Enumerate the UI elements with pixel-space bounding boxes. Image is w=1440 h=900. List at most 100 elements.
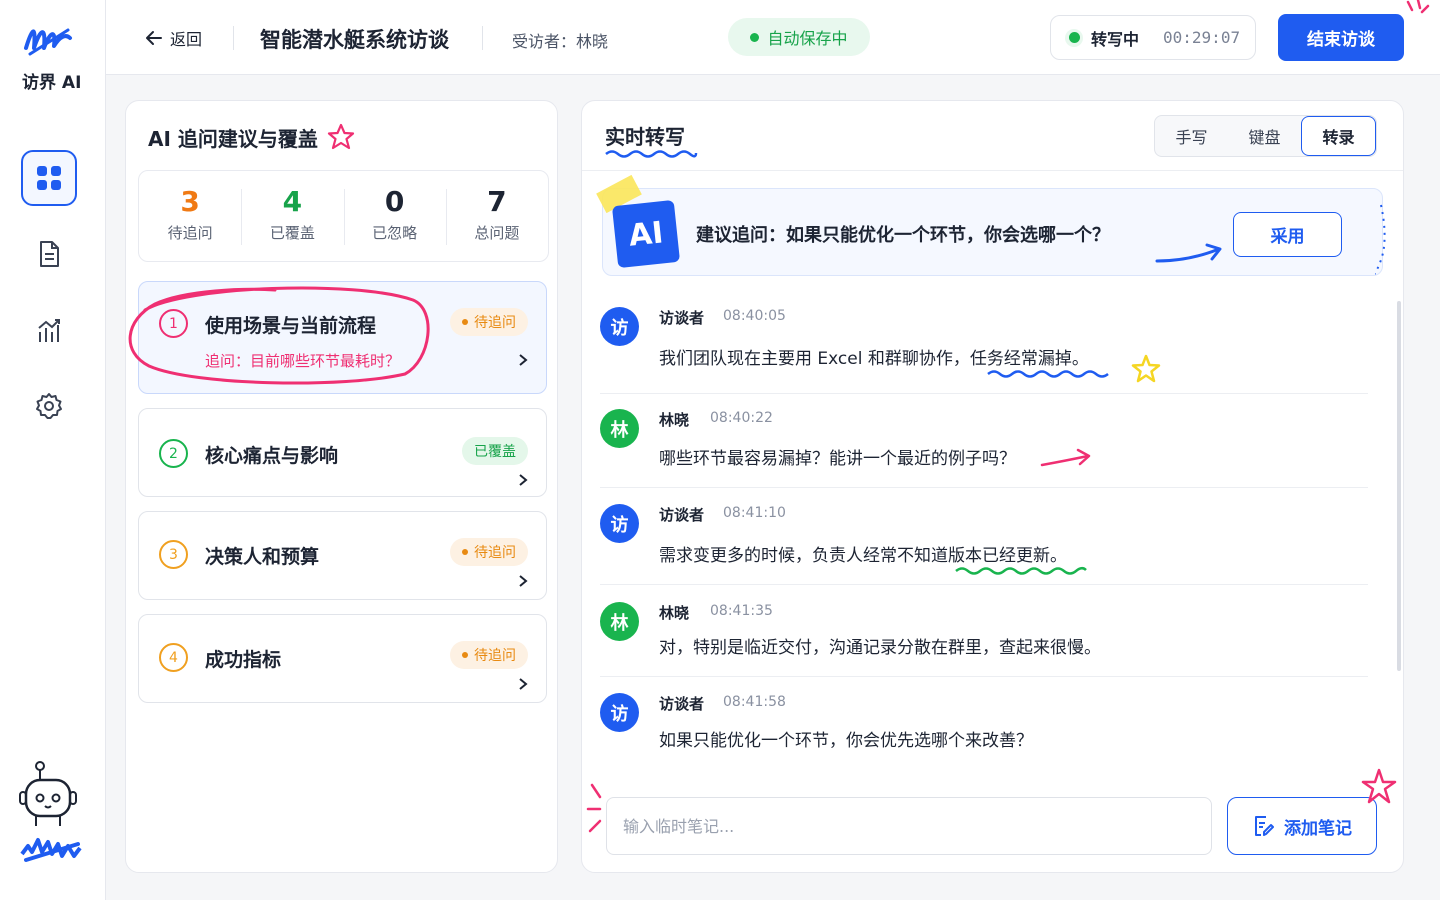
status-badge: 待追问: [450, 641, 528, 669]
message-item: 访 访谈者 08:41:10 需求变更多的时候，负责人经常不知道版本已经更新。: [600, 504, 1370, 575]
topic-card-4[interactable]: 4 成功指标 待追问: [138, 614, 547, 703]
topic-number: 2: [159, 439, 188, 468]
nav-settings[interactable]: [21, 378, 77, 434]
suggestion-text: 建议追问：如果只能优化一个环节，你会选哪一个？: [696, 225, 1110, 246]
topic-card-2[interactable]: 2 核心痛点与影响 已覆盖: [138, 408, 547, 497]
scrollbar[interactable]: [1397, 301, 1401, 671]
interviewee-label: 受访者：林晓: [512, 32, 609, 51]
divider: [600, 676, 1368, 677]
chevron-right-icon[interactable]: [518, 352, 528, 371]
stat-label: 已忽略: [372, 224, 418, 242]
badge-label: 待追问: [474, 648, 516, 664]
sparkle-doodle-icon: [1406, 0, 1430, 14]
topic-title: 核心痛点与影响: [205, 445, 339, 467]
nav-dashboard[interactable]: [21, 150, 77, 206]
brand-name: 访界 AI: [22, 73, 82, 93]
avatar: 访: [600, 307, 639, 346]
avatar: 林: [600, 602, 639, 641]
top-bar: 返回 智能潜水艇系统访谈 受访者：林晓 自动保存中 转写中 00:29:07 结…: [106, 0, 1440, 75]
autosave-label: 自动保存中: [767, 29, 848, 48]
topic-card-3[interactable]: 3 决策人和预算 待追问: [138, 511, 547, 600]
topic-title: 成功指标: [205, 649, 282, 671]
stat-value: 7: [487, 185, 507, 218]
status-badge: 待追问: [450, 308, 528, 336]
mode-transcribe[interactable]: 转录: [1301, 116, 1376, 156]
stat-label: 待追问: [167, 224, 213, 242]
message-time: 08:41:35: [710, 603, 773, 619]
recording-timer: 00:29:07: [1163, 28, 1241, 47]
divider: [600, 584, 1368, 585]
mode-handwrite[interactable]: 手写: [1155, 116, 1228, 156]
back-button[interactable]: 返回: [144, 26, 202, 50]
chevron-right-icon[interactable]: [518, 472, 528, 491]
end-interview-button[interactable]: 结束访谈: [1278, 14, 1404, 61]
star-doodle-icon: [1131, 354, 1161, 383]
arrow-left-icon: [146, 31, 162, 45]
speaker-name: 访谈者: [659, 309, 705, 327]
badge-label: 待追问: [474, 315, 516, 331]
note-edit-icon: [1255, 816, 1274, 836]
divider: [600, 487, 1368, 488]
topic-title: 决策人和预算: [205, 546, 320, 568]
speaker-name: 林晓: [659, 604, 690, 622]
chevron-right-icon[interactable]: [518, 676, 528, 695]
chevron-right-icon[interactable]: [518, 573, 528, 592]
coverage-panel: AI 追问建议与覆盖 3 待追问 4 已覆盖 0 已忽略 7 总问题 1 使用场…: [125, 100, 558, 873]
dashboard-icon: [37, 166, 61, 190]
wavy-underline-doodle: [955, 567, 1087, 575]
nav-documents[interactable]: [21, 226, 77, 282]
brand-logo[interactable]: 访界 AI: [18, 18, 88, 93]
stat-ignored: 0 已忽略: [343, 171, 446, 261]
topic-number: 3: [159, 540, 188, 569]
gear-icon: [36, 393, 62, 419]
topic-number: 4: [159, 643, 188, 672]
speaker-name: 访谈者: [659, 695, 705, 713]
status-badge: 已覆盖: [462, 437, 528, 465]
message-text: 如果只能优化一个环节，你会优先选哪个来改善？: [659, 731, 1033, 751]
stat-value: 0: [384, 185, 405, 218]
message-text: 需求变更多的时候，负责人经常不知道版本已经更新。: [659, 546, 1067, 566]
add-note-button[interactable]: 添加笔记: [1227, 797, 1377, 855]
document-icon: [40, 241, 59, 267]
back-label: 返回: [170, 30, 203, 49]
divider: [600, 393, 1368, 394]
mode-keyboard[interactable]: 键盘: [1228, 116, 1301, 156]
recording-label: 转写中: [1091, 29, 1140, 49]
transcript-header: 实时转写 手写 键盘 转录: [582, 101, 1403, 171]
star-doodle-icon: [1361, 768, 1397, 804]
stat-value: 3: [180, 185, 200, 218]
star-doodle-icon: [327, 123, 354, 150]
message-time: 08:41:10: [723, 505, 786, 521]
avatar: 访: [600, 504, 639, 543]
avatar: 林: [600, 409, 639, 448]
sidebar: 访界 AI: [0, 0, 106, 900]
badge-label: 已覆盖: [474, 444, 516, 460]
ai-badge-icon: AI: [611, 199, 681, 269]
badge-label: 待追问: [474, 545, 516, 561]
stat-pending: 3 待追问: [139, 171, 241, 261]
chart-icon: [38, 319, 60, 342]
sparkle-doodle-icon: [586, 783, 602, 833]
speaker-name: 林晓: [659, 411, 690, 429]
transcript-panel: 实时转写 手写 键盘 转录 AI 建议追问：如果只能优化一个环节，你会选哪一个？…: [581, 100, 1404, 873]
transcript-title: 实时转写: [605, 125, 685, 149]
divider: [482, 26, 483, 50]
message-text: 我们团队现在主要用 Excel 和群聊协作，任务经常漏掉。: [659, 349, 1089, 369]
autosave-status: 自动保存中: [728, 18, 870, 56]
nav-analytics[interactable]: [21, 302, 77, 358]
note-input[interactable]: [606, 797, 1212, 855]
status-dot-icon: [750, 32, 760, 42]
stat-value: 4: [282, 185, 303, 218]
adopt-suggestion-button[interactable]: 采用: [1233, 212, 1342, 257]
topic-card-1[interactable]: 1 使用场景与当前流程 追问：目前哪些环节最耗时？ 待追问: [128, 281, 547, 394]
stat-label: 已覆盖: [269, 224, 315, 242]
stat-label: 总问题: [474, 224, 520, 242]
status-badge: 待追问: [450, 538, 528, 566]
input-mode-switch: 手写 键盘 转录: [1154, 115, 1377, 157]
message-time: 08:40:22: [710, 410, 773, 426]
recording-dot-icon: [1065, 28, 1083, 47]
message-item: 林 林晓 08:41:35 对，特别是临近交付，沟通记录分散在群里，查起来很慢。: [600, 602, 1370, 672]
speaker-name: 访谈者: [659, 506, 705, 524]
add-note-label: 添加笔记: [1284, 818, 1352, 839]
stat-total: 7 总问题: [445, 171, 548, 261]
